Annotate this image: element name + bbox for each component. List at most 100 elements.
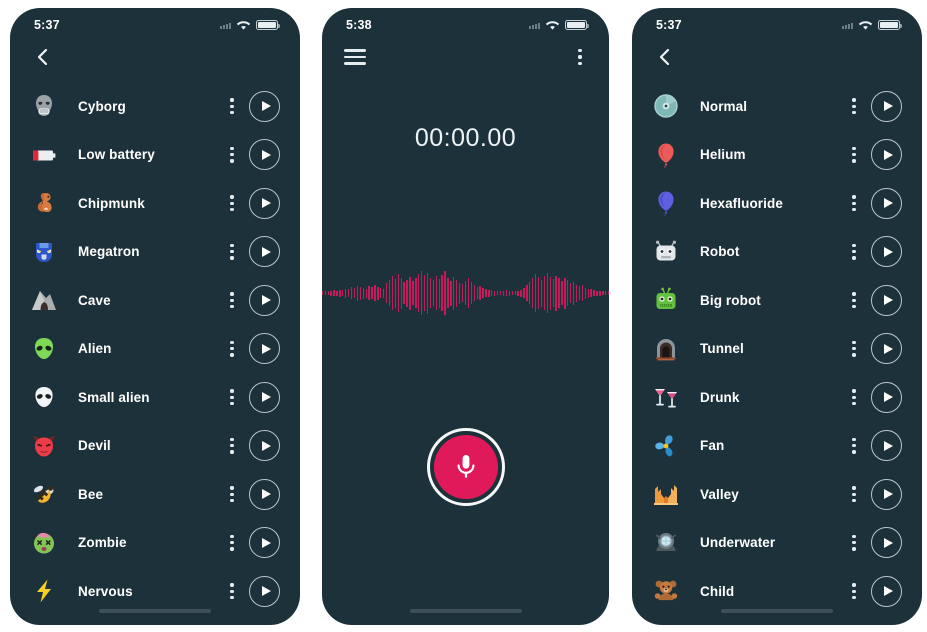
waveform-bar bbox=[508, 290, 510, 296]
cyborg-icon bbox=[28, 90, 60, 122]
more-options-icon[interactable] bbox=[847, 243, 861, 261]
list-item[interactable]: Robot bbox=[632, 228, 922, 277]
alien-icon bbox=[28, 333, 60, 365]
waveform-bar bbox=[537, 277, 540, 309]
waveform-bar bbox=[394, 278, 397, 308]
phone-screen-recorder: 5:38 00:00.00 bbox=[322, 8, 609, 625]
list-item[interactable]: Cave bbox=[10, 276, 300, 325]
play-button[interactable] bbox=[249, 527, 280, 559]
wifi-icon bbox=[545, 20, 560, 31]
more-options-icon[interactable] bbox=[225, 388, 239, 406]
play-button[interactable] bbox=[871, 333, 902, 365]
list-item[interactable]: Helium bbox=[632, 131, 922, 180]
effect-label: Child bbox=[700, 583, 735, 599]
more-options-icon[interactable] bbox=[847, 340, 861, 358]
more-options-icon[interactable] bbox=[847, 146, 861, 164]
record-button[interactable] bbox=[426, 428, 505, 506]
menu-button[interactable] bbox=[344, 49, 366, 65]
play-button[interactable] bbox=[871, 381, 902, 413]
waveform-bar bbox=[441, 275, 443, 311]
waveform-bar bbox=[599, 290, 601, 296]
more-options-icon[interactable] bbox=[847, 582, 861, 600]
list-item[interactable]: Big robot bbox=[632, 276, 922, 325]
list-item[interactable]: Drunk bbox=[632, 373, 922, 422]
bee-icon bbox=[28, 478, 60, 510]
waveform-bar bbox=[456, 279, 458, 307]
back-button[interactable] bbox=[654, 46, 676, 68]
more-options-icon[interactable] bbox=[225, 97, 239, 115]
more-options-icon[interactable] bbox=[225, 243, 239, 261]
play-button[interactable] bbox=[249, 381, 280, 413]
play-button[interactable] bbox=[871, 90, 902, 122]
play-button[interactable] bbox=[249, 478, 280, 510]
play-button[interactable] bbox=[871, 284, 902, 316]
waveform-bar bbox=[412, 281, 414, 305]
play-button[interactable] bbox=[871, 139, 902, 171]
effect-label: Bee bbox=[78, 486, 104, 502]
status-indicators bbox=[842, 20, 902, 31]
list-item[interactable]: Small alien bbox=[10, 373, 300, 422]
list-item[interactable]: Cyborg bbox=[10, 82, 300, 131]
more-options-icon[interactable] bbox=[225, 437, 239, 455]
play-button[interactable] bbox=[871, 236, 902, 268]
list-item[interactable]: Devil bbox=[10, 422, 300, 471]
more-options-icon[interactable] bbox=[225, 146, 239, 164]
more-options-icon[interactable] bbox=[225, 582, 239, 600]
waveform-bar bbox=[561, 281, 563, 305]
play-button[interactable] bbox=[249, 430, 280, 462]
waveform-bar bbox=[447, 278, 449, 308]
play-button[interactable] bbox=[249, 333, 280, 365]
play-button[interactable] bbox=[249, 139, 280, 171]
more-options-icon[interactable] bbox=[573, 48, 587, 66]
waveform-bar bbox=[596, 290, 598, 296]
list-item[interactable]: Bee bbox=[10, 470, 300, 519]
play-button[interactable] bbox=[249, 284, 280, 316]
waveform-bar bbox=[587, 288, 589, 298]
more-options-icon[interactable] bbox=[847, 388, 861, 406]
waveform-bar bbox=[494, 290, 496, 296]
more-options-icon[interactable] bbox=[847, 291, 861, 309]
play-icon bbox=[883, 392, 893, 403]
list-item[interactable]: Zombie bbox=[10, 519, 300, 568]
valley-icon bbox=[650, 478, 682, 510]
list-item[interactable]: Chipmunk bbox=[10, 179, 300, 228]
list-item[interactable]: Fan bbox=[632, 422, 922, 471]
list-item[interactable]: Megatron bbox=[10, 228, 300, 277]
more-options-icon[interactable] bbox=[847, 97, 861, 115]
play-icon bbox=[883, 246, 893, 257]
play-button[interactable] bbox=[871, 478, 902, 510]
more-options-icon[interactable] bbox=[225, 340, 239, 358]
list-item[interactable]: Low battery bbox=[10, 131, 300, 180]
play-button[interactable] bbox=[871, 527, 902, 559]
play-button[interactable] bbox=[871, 187, 902, 219]
more-options-icon[interactable] bbox=[847, 485, 861, 503]
more-options-icon[interactable] bbox=[225, 485, 239, 503]
play-button[interactable] bbox=[249, 236, 280, 268]
waveform-bar bbox=[391, 276, 394, 310]
waveform-bar bbox=[567, 280, 569, 306]
list-item[interactable]: Normal bbox=[632, 82, 922, 131]
list-item[interactable]: Alien bbox=[10, 325, 300, 374]
waveform-bar bbox=[461, 284, 464, 302]
list-item[interactable]: Underwater bbox=[632, 519, 922, 568]
play-button[interactable] bbox=[249, 187, 280, 219]
play-button[interactable] bbox=[871, 430, 902, 462]
list-item[interactable]: Hexafluoride bbox=[632, 179, 922, 228]
more-options-icon[interactable] bbox=[225, 534, 239, 552]
play-icon bbox=[883, 295, 893, 306]
play-button[interactable] bbox=[249, 90, 280, 122]
waveform-bar bbox=[459, 282, 461, 304]
play-button[interactable] bbox=[249, 575, 280, 607]
devil-icon bbox=[28, 430, 60, 462]
waveform-bar bbox=[581, 285, 584, 301]
more-options-icon[interactable] bbox=[847, 437, 861, 455]
more-options-icon[interactable] bbox=[847, 534, 861, 552]
list-item[interactable]: Valley bbox=[632, 470, 922, 519]
more-options-icon[interactable] bbox=[847, 194, 861, 212]
waveform-bar bbox=[570, 283, 572, 303]
play-button[interactable] bbox=[871, 575, 902, 607]
more-options-icon[interactable] bbox=[225, 194, 239, 212]
list-item[interactable]: Tunnel bbox=[632, 325, 922, 374]
back-button[interactable] bbox=[32, 46, 54, 68]
more-options-icon[interactable] bbox=[225, 291, 239, 309]
